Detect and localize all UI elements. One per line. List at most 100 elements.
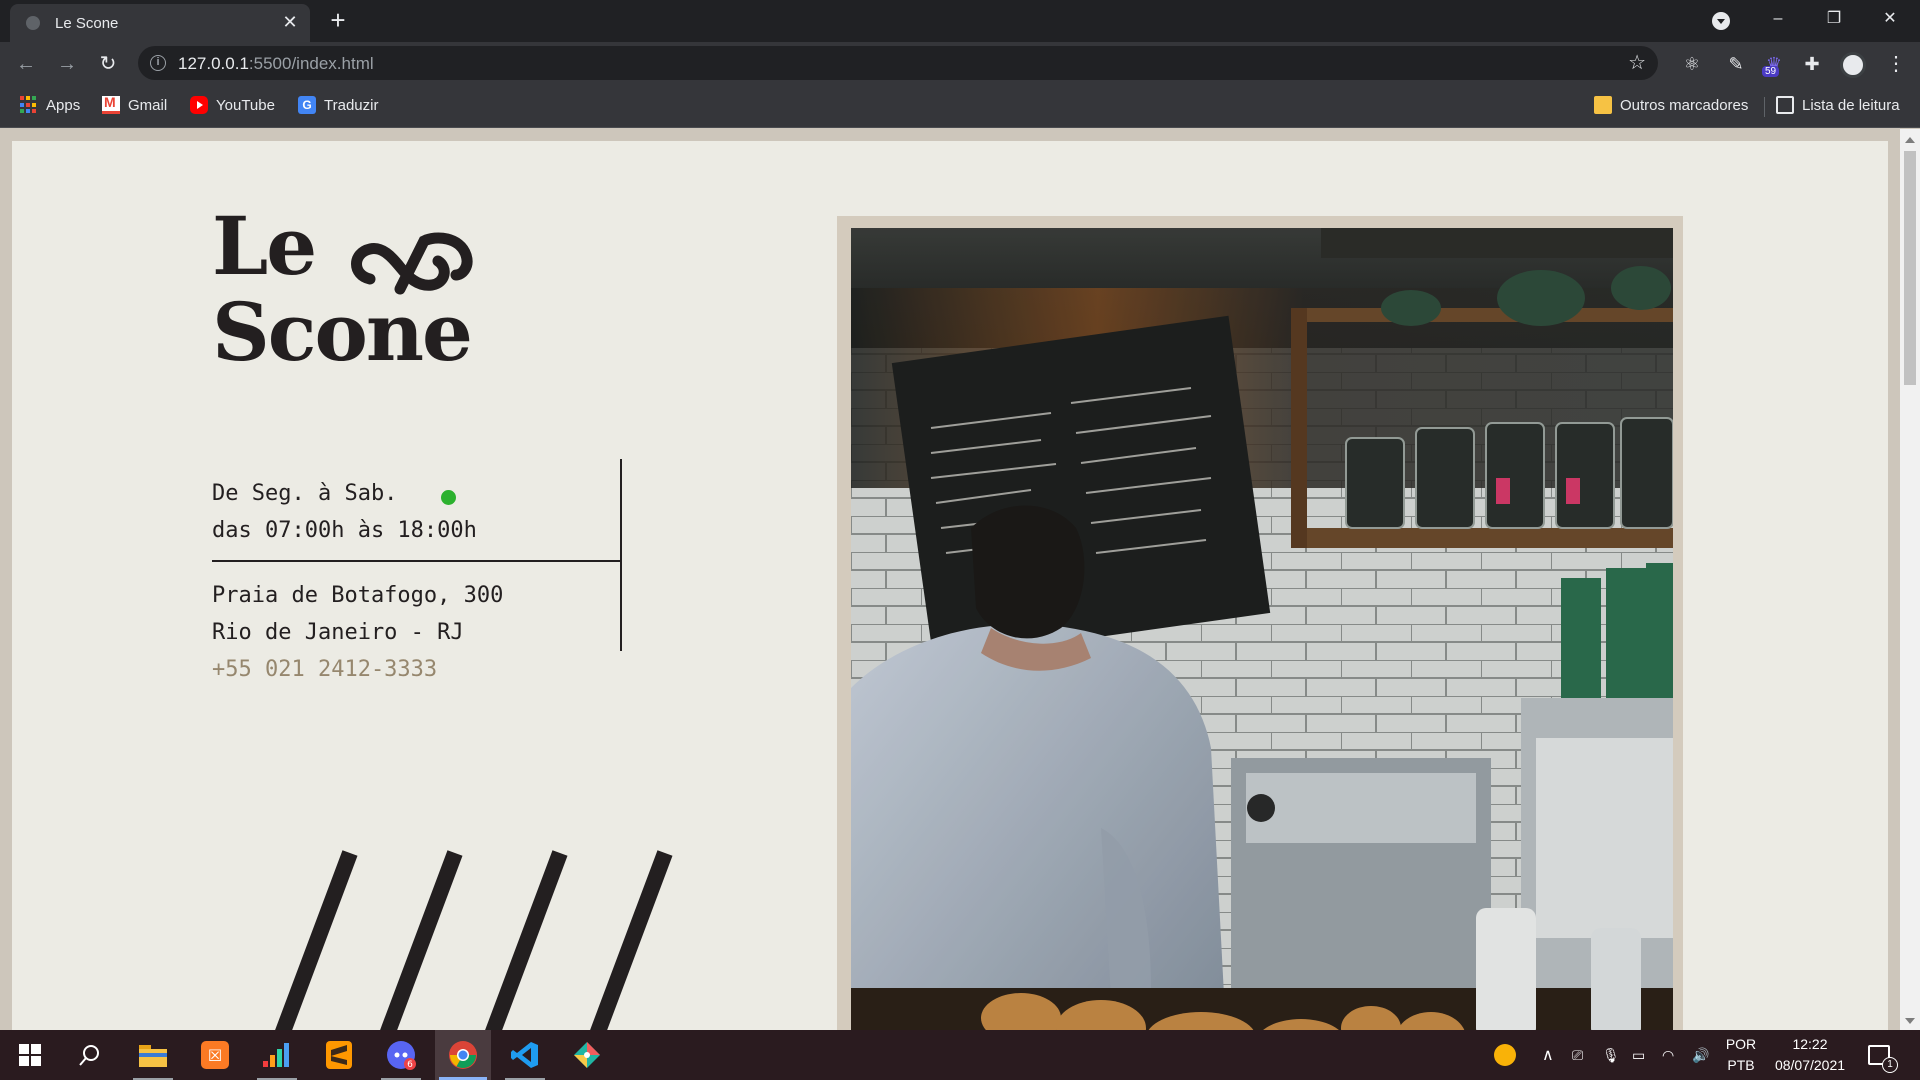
site-info-icon[interactable]: i <box>150 55 166 71</box>
stripe-3 <box>485 850 568 1030</box>
tray-battery-icon[interactable]: ▭ <box>1632 1030 1645 1080</box>
minimize-button[interactable]: – <box>1758 4 1798 34</box>
address-bar[interactable]: i 127.0.0.1:5500/index.html ☆ <box>138 46 1658 80</box>
scroll-up-icon[interactable] <box>1905 137 1915 143</box>
globe-icon <box>26 16 40 30</box>
tray-microphone-icon[interactable]: 🎙 <box>1602 1030 1620 1080</box>
new-tab-button[interactable]: + <box>326 7 350 33</box>
gmail-icon <box>102 94 120 114</box>
page-scrollbar[interactable] <box>1900 129 1920 1030</box>
notification-center-button[interactable]: 1 <box>1868 1030 1898 1080</box>
page-viewport: Le Scone De Seg. à Sab. das 07:00h às 18… <box>0 129 1920 1030</box>
bookmarks-bar: Apps Gmail YouTube G Traduzir Outros mar… <box>0 84 1920 128</box>
bookmark-youtube[interactable]: YouTube <box>190 96 275 114</box>
bookmark-youtube-label: YouTube <box>216 96 275 114</box>
bookmark-divider <box>1764 97 1765 117</box>
tab-close-icon[interactable]: ✕ <box>280 12 300 32</box>
chrome-icon <box>449 1041 477 1069</box>
windows-logo-icon <box>19 1044 41 1066</box>
google-translate-icon: G <box>298 96 316 114</box>
bookmark-gmail[interactable]: Gmail <box>102 94 167 114</box>
store-info: De Seg. à Sab. das 07:00h às 18:00h Prai… <box>212 459 622 688</box>
bookmark-star-icon[interactable]: ☆ <box>1628 50 1646 75</box>
opening-hours: De Seg. à Sab. das 07:00h às 18:00h <box>212 461 622 561</box>
discord-badge: 6 <box>407 1060 413 1070</box>
scroll-down-icon[interactable] <box>1905 1018 1915 1024</box>
hero-photo-frame <box>837 216 1683 1030</box>
forward-icon[interactable]: → <box>53 50 81 78</box>
logo-swirl-icon <box>351 232 473 295</box>
tray-meet-icon[interactable]: ⎚ <box>1572 1030 1583 1080</box>
reading-list-icon <box>1776 96 1794 114</box>
taskbar-search-button[interactable] <box>62 1030 118 1080</box>
url-text[interactable]: 127.0.0.1:5500/index.html <box>178 54 374 74</box>
stripe-2 <box>380 850 463 1030</box>
reading-list-button[interactable]: Lista de leitura <box>1776 96 1900 114</box>
youtube-icon <box>190 96 208 114</box>
hours-days: De Seg. à Sab. <box>212 481 398 506</box>
bookmark-other-folder[interactable]: Outros marcadores <box>1594 96 1748 114</box>
taskbar-vscode[interactable] <box>497 1030 553 1080</box>
tray-clock[interactable]: 12:22 08/07/2021 <box>1766 1034 1854 1076</box>
clock-time: 12:22 <box>1792 1036 1828 1052</box>
apps-grid-icon <box>20 96 38 114</box>
svg-text:☒: ☒ <box>208 1046 222 1065</box>
bookmark-other-label: Outros marcadores <box>1620 96 1749 114</box>
extensions-puzzle-icon[interactable]: ✚ <box>1800 52 1824 76</box>
browser-menu-icon[interactable]: ⋮ <box>1886 52 1906 76</box>
reload-icon[interactable]: ↻ <box>94 50 122 78</box>
address-city: Rio de Janeiro - RJ <box>212 620 464 645</box>
bookmark-apps[interactable]: Apps <box>20 96 80 114</box>
bookmark-apps-label: Apps <box>46 96 81 114</box>
hours-time: das 07:00h às 18:00h <box>212 518 477 543</box>
restore-button[interactable]: ❐ <box>1814 4 1854 34</box>
scroll-thumb[interactable] <box>1904 151 1916 385</box>
cafe-barista-photo <box>851 228 1673 1030</box>
notification-count: 1 <box>1882 1057 1898 1073</box>
open-status-dot <box>441 490 456 505</box>
xampp-icon: ☒ <box>201 1041 229 1069</box>
tab-le-scone[interactable]: Le Scone ✕ <box>10 4 310 42</box>
deezer-icon <box>263 1043 289 1067</box>
discord-icon: 6 <box>387 1041 416 1070</box>
tab-title: Le Scone <box>55 15 119 32</box>
stripe-1 <box>275 850 358 1030</box>
taskbar-file-explorer[interactable] <box>125 1030 181 1080</box>
color-picker-extension-icon[interactable]: ✎ <box>1724 52 1748 76</box>
sublime-text-icon <box>326 1041 352 1069</box>
react-devtools-icon[interactable]: ⚛ <box>1680 52 1704 76</box>
keyboard-layout: PTB <box>1727 1057 1755 1073</box>
bookmark-translate[interactable]: G Traduzir <box>298 96 378 114</box>
logo-line-2: Scone <box>212 285 473 379</box>
profile-avatar[interactable] <box>1840 52 1866 78</box>
windows-start-button[interactable] <box>2 1030 58 1080</box>
language-code: POR <box>1725 1036 1757 1052</box>
search-icon <box>79 1045 99 1066</box>
back-icon[interactable]: ← <box>12 50 40 78</box>
taskbar-xampp[interactable]: ☒ <box>187 1030 243 1080</box>
taskbar-deezer[interactable] <box>249 1030 305 1080</box>
close-window-button[interactable]: ✕ <box>1870 4 1910 34</box>
windows-taskbar: ☒ 6 ∧ ⎚ � <box>0 1030 1920 1080</box>
git-icon <box>574 1042 600 1068</box>
stripe-4 <box>590 850 673 1030</box>
bookmark-translate-label: Traduzir <box>324 96 379 114</box>
tray-volume-icon[interactable]: 🔊 <box>1692 1030 1709 1080</box>
vscode-icon <box>511 1042 538 1068</box>
taskbar-chrome[interactable] <box>435 1030 491 1080</box>
tray-language[interactable]: POR PTB <box>1724 1034 1758 1076</box>
tray-overflow-icon[interactable]: ∧ <box>1542 1030 1554 1080</box>
taskbar-discord[interactable]: 6 <box>373 1030 429 1080</box>
taskbar-gitkraken[interactable] <box>559 1030 615 1080</box>
browser-toolbar: ← → ↻ i 127.0.0.1:5500/index.html ☆ ⚛ ✎ … <box>0 42 1920 84</box>
clock-date: 08/07/2021 <box>1774 1057 1846 1073</box>
phone-number[interactable]: +55 021 2412-3333 <box>212 651 622 688</box>
tab-search-icon[interactable] <box>1712 12 1730 30</box>
address-street: Praia de Botafogo, 300 <box>212 583 504 608</box>
store-address: Praia de Botafogo, 300 Rio de Janeiro - … <box>212 561 622 651</box>
tray-weather-icon[interactable] <box>1494 1030 1516 1080</box>
site-page: Le Scone De Seg. à Sab. das 07:00h às 18… <box>12 141 1888 1030</box>
tray-wifi-icon[interactable]: ◠ <box>1662 1030 1674 1080</box>
tab-strip: Le Scone ✕ + – ❐ ✕ <box>0 0 1920 42</box>
taskbar-sublime-text[interactable] <box>311 1030 367 1080</box>
